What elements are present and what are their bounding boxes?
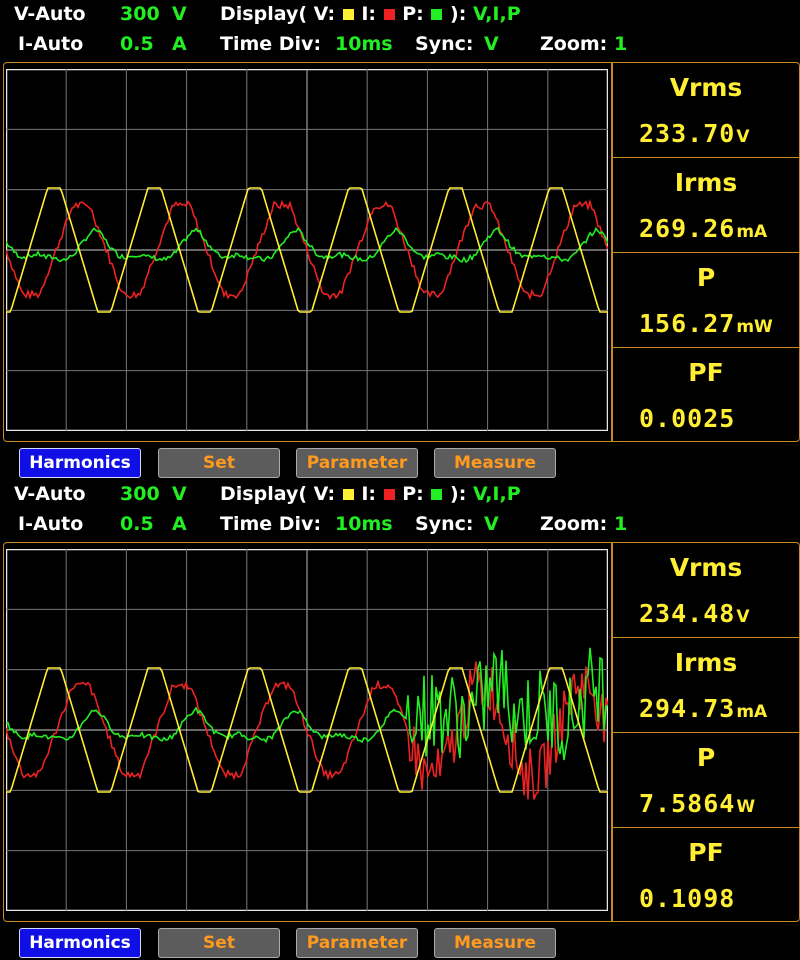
display-p-label: P:	[402, 3, 424, 25]
parameter-button[interactable]: Parameter	[296, 448, 418, 478]
measurement-label: P	[696, 743, 716, 772]
measure-button[interactable]: Measure	[434, 928, 556, 958]
measurement-unit: V	[736, 607, 750, 627]
measurement-pf[interactable]: PF 0.0025	[613, 348, 799, 442]
status-row-voltage: V-Auto 300 V Display( V: I: P: ): V,I,P	[0, 480, 800, 510]
i-range-unit: A	[172, 513, 187, 535]
measurement-sidebar: Vrms 234.48V Irms 294.73mA P 7.5864W PF …	[612, 542, 800, 922]
i-range-value: 0.5	[120, 513, 154, 535]
measurement-label: P	[696, 263, 716, 292]
time-div-label[interactable]: Time Div:	[220, 513, 321, 535]
sync-value: V	[484, 33, 499, 55]
set-button[interactable]: Set	[158, 928, 280, 958]
meter-panel-1: V-Auto 300 V Display( V: I: P: ): V,I,P …	[0, 0, 800, 480]
zoom-value: 1	[614, 513, 628, 535]
waveform-display	[6, 549, 608, 911]
display-close: ):	[450, 483, 467, 505]
measurement-sidebar: Vrms 233.70V Irms 269.26mA P 156.27mW PF…	[612, 62, 800, 442]
current-color-swatch	[383, 9, 395, 20]
display-p-label: P:	[402, 483, 424, 505]
measurement-unit: mA	[736, 702, 768, 722]
v-range-value: 300	[120, 3, 160, 25]
measurement-unit: W	[736, 797, 756, 817]
measurement-pf[interactable]: PF 0.1098	[613, 828, 799, 922]
display-selector[interactable]: Display( V: I: P: ): V,I,P	[220, 483, 521, 505]
harmonics-button[interactable]: Harmonics	[19, 928, 141, 958]
power-color-swatch	[431, 489, 443, 500]
waveform-display	[6, 69, 608, 431]
zoom-value: 1	[614, 33, 628, 55]
measurement-label: Irms	[674, 168, 738, 197]
time-div-label[interactable]: Time Div:	[220, 33, 321, 55]
time-div-value: 10ms	[335, 33, 393, 55]
softkey-bar: Harmonics Set Parameter Measure	[0, 928, 800, 958]
measurement-value: 234.48V	[639, 599, 750, 628]
measurement-vrms[interactable]: Vrms 234.48V	[613, 543, 799, 638]
parameter-button[interactable]: Parameter	[296, 928, 418, 958]
measurement-value: 7.5864W	[639, 789, 756, 818]
current-color-swatch	[383, 489, 395, 500]
measurement-unit: mW	[736, 317, 773, 337]
display-i-label: I:	[361, 3, 376, 25]
v-range-unit: V	[172, 483, 187, 505]
status-row-current: I-Auto 0.5 A Time Div: 10ms Sync: V Zoom…	[0, 30, 800, 60]
measurement-value: 294.73mA	[639, 694, 768, 723]
measurement-label: PF	[688, 358, 724, 387]
voltage-color-swatch	[342, 489, 354, 500]
measurement-value: 156.27mW	[639, 309, 773, 338]
display-selector[interactable]: Display( V: I: P: ): V,I,P	[220, 3, 521, 25]
measurement-power[interactable]: P 7.5864W	[613, 733, 799, 828]
i-range-value: 0.5	[120, 33, 154, 55]
sync-label[interactable]: Sync:	[415, 33, 473, 55]
display-i-label: I:	[361, 483, 376, 505]
v-range-label[interactable]: V-Auto	[14, 483, 86, 505]
display-value: V,I,P	[472, 3, 521, 25]
zoom-label[interactable]: Zoom:	[540, 513, 607, 535]
measurement-power[interactable]: P 156.27mW	[613, 253, 799, 348]
measurement-label: Irms	[674, 648, 738, 677]
status-row-voltage: V-Auto 300 V Display( V: I: P: ): V,I,P	[0, 0, 800, 30]
sync-label[interactable]: Sync:	[415, 513, 473, 535]
measurement-value: 0.0025	[639, 404, 736, 433]
measurement-label: Vrms	[669, 553, 743, 582]
power-color-swatch	[431, 9, 443, 20]
meter-panel-2: V-Auto 300 V Display( V: I: P: ): V,I,P …	[0, 480, 800, 960]
measurement-irms[interactable]: Irms 269.26mA	[613, 158, 799, 253]
voltage-color-swatch	[342, 9, 354, 20]
display-value: V,I,P	[472, 483, 521, 505]
measurement-label: Vrms	[669, 73, 743, 102]
measure-button[interactable]: Measure	[434, 448, 556, 478]
measurement-unit: V	[736, 127, 750, 147]
time-div-value: 10ms	[335, 513, 393, 535]
display-label: Display( V:	[220, 483, 336, 505]
sync-value: V	[484, 513, 499, 535]
v-range-value: 300	[120, 483, 160, 505]
measurement-label: PF	[688, 838, 724, 867]
i-range-label[interactable]: I-Auto	[18, 33, 83, 55]
i-range-label[interactable]: I-Auto	[18, 513, 83, 535]
measurement-value: 233.70V	[639, 119, 750, 148]
zoom-label[interactable]: Zoom:	[540, 33, 607, 55]
i-range-unit: A	[172, 33, 187, 55]
measurement-unit: mA	[736, 222, 768, 242]
measurement-value: 269.26mA	[639, 214, 768, 243]
status-row-current: I-Auto 0.5 A Time Div: 10ms Sync: V Zoom…	[0, 510, 800, 540]
v-range-unit: V	[172, 3, 187, 25]
display-close: ):	[450, 3, 467, 25]
measurement-vrms[interactable]: Vrms 233.70V	[613, 63, 799, 158]
measurement-value: 0.1098	[639, 884, 736, 913]
set-button[interactable]: Set	[158, 448, 280, 478]
v-range-label[interactable]: V-Auto	[14, 3, 86, 25]
harmonics-button[interactable]: Harmonics	[19, 448, 141, 478]
display-label: Display( V:	[220, 3, 336, 25]
softkey-bar: Harmonics Set Parameter Measure	[0, 448, 800, 478]
measurement-irms[interactable]: Irms 294.73mA	[613, 638, 799, 733]
